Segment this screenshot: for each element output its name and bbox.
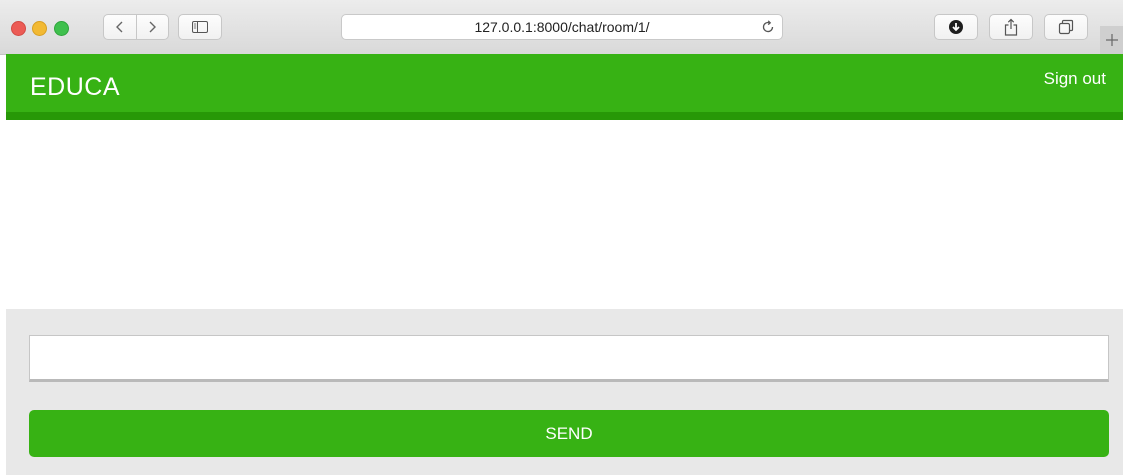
download-icon (949, 20, 963, 34)
send-button[interactable]: SEND (29, 410, 1109, 457)
address-bar[interactable]: 127.0.0.1:8000/chat/room/1/ (341, 14, 783, 40)
back-icon (115, 21, 123, 33)
reload-icon[interactable] (760, 19, 776, 35)
chat-message-input[interactable] (29, 335, 1109, 382)
back-button[interactable] (104, 15, 136, 39)
tab-overview-button[interactable] (1044, 14, 1088, 40)
tabs-icon (1058, 19, 1074, 35)
downloads-button[interactable] (934, 14, 978, 40)
browser-toolbar: 127.0.0.1:8000/chat/room/1/ (0, 0, 1123, 55)
new-tab-icon (1105, 34, 1118, 46)
share-button[interactable] (989, 14, 1033, 40)
new-tab-button[interactable] (1100, 26, 1123, 54)
minimize-window-button[interactable] (32, 21, 47, 36)
sidebar-button[interactable] (178, 14, 222, 40)
navigation-buttons (103, 14, 169, 40)
share-icon (1004, 18, 1018, 36)
url-text: 127.0.0.1:8000/chat/room/1/ (474, 19, 650, 35)
zoom-window-button[interactable] (54, 21, 69, 36)
forward-icon (149, 21, 157, 33)
sidebar-icon (192, 21, 208, 33)
brand-logo[interactable]: EDUCA (30, 73, 120, 102)
app-header: EDUCA Sign out (6, 54, 1123, 120)
chat-form: SEND (6, 309, 1123, 475)
sign-out-link[interactable]: Sign out (1044, 69, 1106, 89)
close-window-button[interactable] (11, 21, 26, 36)
forward-button[interactable] (135, 15, 169, 39)
